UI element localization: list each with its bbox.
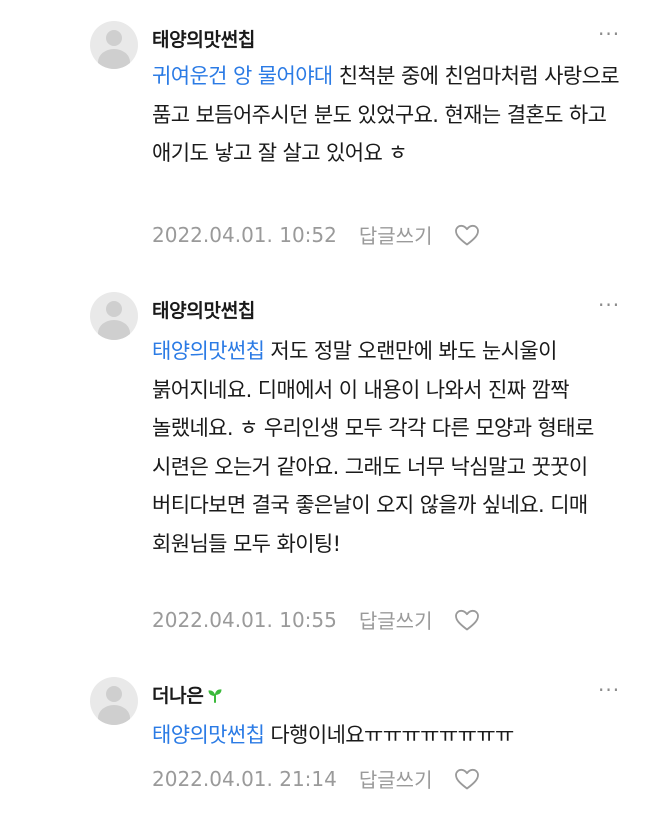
- comment-nickname[interactable]: 태양의맛썬칩: [152, 296, 255, 323]
- comment-date: 2022.04.01. 10:52: [152, 222, 337, 247]
- heart-icon[interactable]: [454, 608, 480, 632]
- mention-link[interactable]: 태양의맛썬칩: [152, 723, 265, 747]
- reply-button[interactable]: 답글쓰기: [359, 220, 433, 249]
- reply-button[interactable]: 답글쓰기: [359, 764, 433, 793]
- comment-nickname[interactable]: 태양의맛썬칩: [152, 25, 255, 52]
- comment-meta: 2022.04.01. 21:14 답글쓰기: [152, 764, 480, 793]
- comment-body: 저도 정말 오랜만에 봐도 눈시울이 붉어지네요. 디매에서 이 내용이 나와서…: [152, 339, 594, 556]
- default-avatar-icon[interactable]: [90, 292, 138, 340]
- heart-icon[interactable]: [454, 223, 480, 247]
- nickname-text: 더나은: [152, 685, 204, 707]
- more-icon[interactable]: ···: [598, 295, 628, 315]
- sprout-icon: [208, 689, 222, 703]
- comment-date: 2022.04.01. 10:55: [152, 607, 337, 632]
- mention-link[interactable]: 귀여운건 앙 물어야대: [152, 64, 333, 88]
- comment-date: 2022.04.01. 21:14: [152, 766, 337, 791]
- default-avatar-icon[interactable]: [90, 677, 138, 725]
- comment-nickname[interactable]: 더나은: [152, 681, 223, 708]
- default-avatar-icon[interactable]: [90, 21, 138, 69]
- comment-text: 귀여운건 앙 물어야대 친척분 중에 친엄마처럼 사랑으로 품고 보듬어주시던 …: [152, 57, 622, 173]
- reply-button[interactable]: 답글쓰기: [359, 605, 433, 634]
- comment-text: 태양의맛썬칩 다행이네요ㅠㅠㅠㅠㅠㅠㅠㅠ: [152, 716, 622, 755]
- mention-link[interactable]: 태양의맛썬칩: [152, 339, 265, 363]
- comment-meta: 2022.04.01. 10:55 답글쓰기: [152, 605, 480, 634]
- comment-text: 태양의맛썬칩 저도 정말 오랜만에 봐도 눈시울이 붉어지네요. 디매에서 이 …: [152, 332, 622, 563]
- comment-meta: 2022.04.01. 10:52 답글쓰기: [152, 220, 480, 249]
- more-icon[interactable]: ···: [598, 24, 628, 44]
- heart-icon[interactable]: [454, 767, 480, 791]
- comment-body: 다행이네요ㅠㅠㅠㅠㅠㅠㅠㅠ: [264, 723, 514, 747]
- more-icon[interactable]: ···: [598, 680, 628, 700]
